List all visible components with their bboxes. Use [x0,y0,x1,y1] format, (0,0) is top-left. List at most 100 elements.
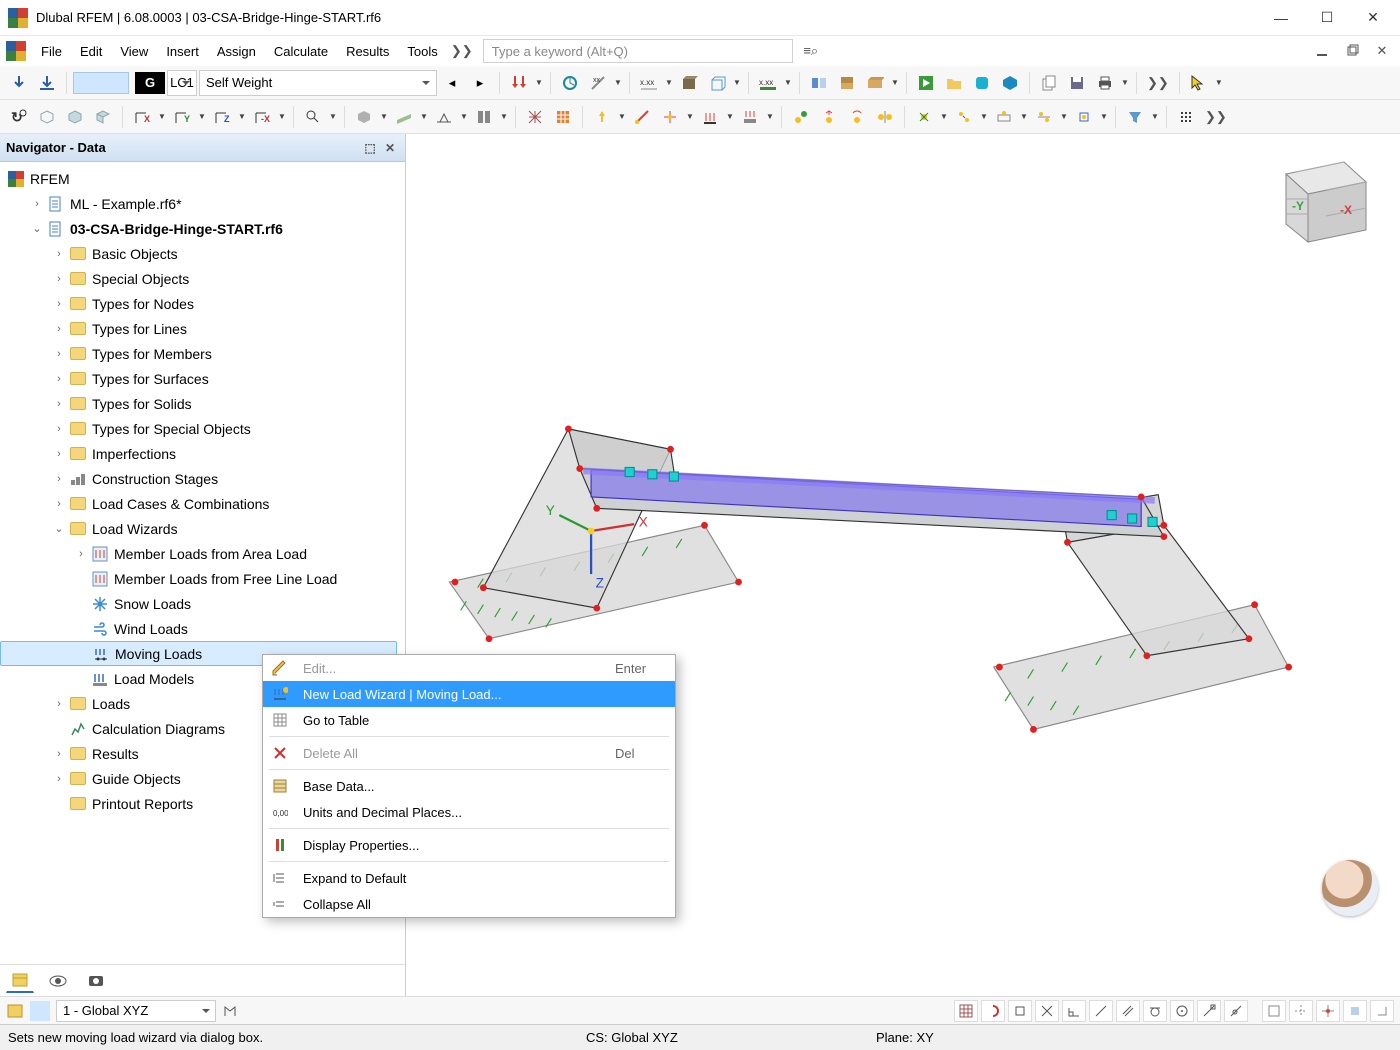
tree-item[interactable]: ›Member Loads from Area Load [0,541,405,566]
surface-icon[interactable] [391,104,417,130]
tree-item[interactable]: ›Special Objects [0,266,405,291]
section3-icon[interactable] [862,70,888,96]
context-menu-item[interactable]: Collapse All [263,891,675,917]
dimension-icon[interactable] [557,70,583,96]
axis-x-icon[interactable]: X [129,104,155,130]
loadcase-number[interactable]: LC1 [167,70,197,96]
mdi-restore-icon[interactable] [1340,39,1364,63]
navigator-float-icon[interactable]: ⬚ [361,139,379,157]
filter-icon[interactable] [1122,104,1148,130]
guide-box-icon[interactable] [1343,1000,1367,1022]
load-gen1-icon[interactable] [911,104,937,130]
box-icon[interactable] [676,70,702,96]
tree-expand-icon[interactable]: › [50,398,68,410]
tree-expand-icon[interactable]: › [72,548,90,560]
loadcase-name-combo[interactable]: Self Weight [199,70,437,96]
menu-overflow-icon[interactable]: ❯❯ [449,43,475,59]
view-front-icon[interactable] [62,104,88,130]
tree-expand-icon[interactable]: › [50,298,68,310]
assistant-avatar-icon[interactable] [1322,860,1378,916]
tree-item[interactable]: ›Load Cases & Combinations [0,491,405,516]
area-load-icon[interactable] [657,104,683,130]
menu-edit[interactable]: Edit [71,40,111,63]
block-icon[interactable] [997,70,1023,96]
context-menu-item[interactable]: Base Data... [263,773,675,799]
move-load-icon[interactable] [816,104,842,130]
tree-expand-icon[interactable]: ⌄ [50,522,68,535]
snap-object-icon[interactable] [981,1000,1005,1022]
tree-expand-icon[interactable]: › [50,773,68,785]
tree-item[interactable]: Wind Loads [0,616,405,641]
tree-expand-icon[interactable]: › [50,348,68,360]
snap-intersect-icon[interactable] [1035,1000,1059,1022]
select-arrow-icon[interactable] [1186,70,1212,96]
tree-expand-icon[interactable]: ⌄ [28,222,46,235]
tree-expand-icon[interactable]: › [50,473,68,485]
render-solid-icon[interactable] [351,104,377,130]
copy-load-icon[interactable] [788,104,814,130]
view-cube[interactable]: -Y -X [1266,144,1384,254]
snap-line-icon[interactable] [1224,1000,1248,1022]
axis-neg-x-icon[interactable]: -X [249,104,275,130]
tree-item[interactable]: ›Types for Nodes [0,291,405,316]
menu-insert[interactable]: Insert [157,40,208,63]
minimize-button[interactable]: — [1258,0,1304,36]
context-menu-item[interactable]: Display Properties... [263,832,675,858]
copy-icon[interactable] [1036,70,1062,96]
measure-icon[interactable]: xx [585,70,611,96]
snap-grid-icon[interactable] [954,1000,978,1022]
cloud-icon[interactable] [969,70,995,96]
zoom-icon[interactable] [300,104,326,130]
save-icon[interactable] [1064,70,1090,96]
tree-expand-icon[interactable]: › [50,373,68,385]
new-loadcombo-icon[interactable] [34,70,60,96]
snap-mid-icon[interactable] [1089,1000,1113,1022]
view-side-icon[interactable] [90,104,116,130]
loadcase-color-icon[interactable] [73,72,129,94]
coordinate-system-combo[interactable]: 1 - Global XYZ [56,1000,216,1022]
context-menu-item[interactable]: 0,00Units and Decimal Places... [263,799,675,825]
guide-grid-icon[interactable] [1262,1000,1286,1022]
nav-tab-views-icon[interactable] [82,969,110,993]
surface-load-icon[interactable] [737,104,763,130]
tree-expand-icon[interactable]: › [50,273,68,285]
grid-cube-icon[interactable] [704,70,730,96]
workplane-icon[interactable] [6,1003,24,1019]
load-gen3-icon[interactable] [991,104,1017,130]
print-icon[interactable] [1092,70,1118,96]
tree-expand-icon[interactable]: › [50,248,68,260]
menu-tools[interactable]: Tools [398,40,446,63]
tree-item[interactable]: ›Types for Special Objects [0,416,405,441]
menu-file[interactable]: File [32,40,71,63]
menu-results[interactable]: Results [337,40,398,63]
load-gen2-icon[interactable] [951,104,977,130]
tree-expand-icon[interactable]: › [28,198,46,210]
maximize-button[interactable]: ☐ [1304,0,1350,36]
menu-view[interactable]: View [111,40,157,63]
close-button[interactable]: ✕ [1350,0,1396,36]
tree-expand-icon[interactable]: › [50,448,68,460]
tree-item[interactable]: ›Types for Lines [0,316,405,341]
tree-expand-icon[interactable]: › [50,423,68,435]
load-gen4-icon[interactable] [1031,104,1057,130]
search-options-icon[interactable]: ≡⌕ [799,39,823,63]
context-menu-item[interactable]: Expand to Default [263,865,675,891]
tree-item[interactable]: ›Imperfections [0,441,405,466]
next-loadcase-icon[interactable]: ▸ [467,70,493,96]
tree-expand-icon[interactable]: › [50,323,68,335]
cs-edit-icon[interactable] [222,1003,240,1019]
tree-item[interactable]: ›Basic Objects [0,241,405,266]
context-menu-item[interactable]: New Load Wizard | Moving Load... [263,681,675,707]
search-input[interactable]: Type a keyword (Alt+Q) [483,39,793,63]
guide-lines-icon[interactable] [1289,1000,1313,1022]
tree-item[interactable]: ⌄03-CSA-Bridge-Hinge-START.rf6 [0,216,405,241]
snap-tangent-icon[interactable] [1143,1000,1167,1022]
tree-expand-icon[interactable]: › [50,748,68,760]
rotate-load-icon[interactable] [844,104,870,130]
tree-expand-icon[interactable]: › [50,498,68,510]
node-load-icon[interactable] [589,104,615,130]
tree-item[interactable]: ⌄Load Wizards [0,516,405,541]
mesh2-icon[interactable] [550,104,576,130]
snap-node-icon[interactable] [1197,1000,1221,1022]
menu-calculate[interactable]: Calculate [265,40,337,63]
